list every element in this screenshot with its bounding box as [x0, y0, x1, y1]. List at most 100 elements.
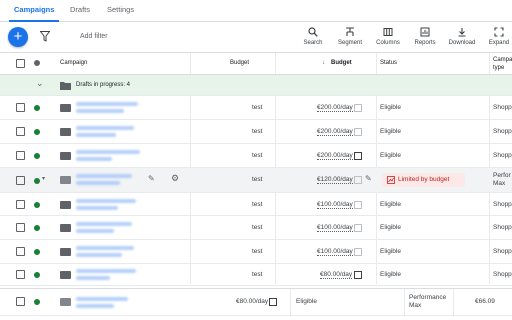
campaign-name-link-line2[interactable] — [76, 229, 114, 233]
campaign-name-link-line2[interactable] — [76, 253, 122, 257]
budget-value[interactable]: €200.00/day — [317, 152, 353, 160]
limited-by-budget-badge[interactable]: Limited by budget — [382, 173, 465, 187]
table-row: test €100.00/day Eligible Shoppi — [0, 240, 512, 264]
limited-status-text: Limited by budget — [398, 176, 450, 183]
campaign-name-link[interactable] — [76, 222, 132, 226]
campaign-name-link[interactable] — [76, 297, 128, 301]
campaign-type: Shoppi — [493, 248, 512, 255]
table-row: test €100.00/day Eligible Shoppi — [0, 216, 512, 240]
status-enabled-dot[interactable] — [34, 129, 40, 135]
campaign-name-link-line2[interactable] — [76, 109, 124, 113]
status-enabled-dot[interactable] — [34, 299, 40, 305]
chart-icon[interactable] — [354, 224, 362, 232]
status-enabled-dot[interactable] — [34, 153, 40, 159]
shopping-campaign-icon — [60, 152, 71, 160]
drafts-label: Drafts in progress: 4 — [76, 82, 131, 88]
row-checkbox[interactable] — [16, 127, 25, 136]
chart-icon[interactable] — [354, 128, 362, 136]
expand-tool-button[interactable]: Expand — [486, 27, 512, 46]
budget-value[interactable]: €120.00/day — [317, 176, 353, 184]
status-text: Eligible — [380, 201, 401, 208]
budget-name: test — [252, 224, 263, 231]
edit-pencil-icon[interactable]: ✎ — [148, 174, 155, 183]
columns-tool-button[interactable]: Columns — [373, 27, 403, 46]
chart-icon[interactable] — [269, 298, 277, 306]
budget-value[interactable]: €80.00/day — [236, 298, 268, 305]
segment-tool-button[interactable]: Segment — [336, 27, 364, 46]
chart-icon[interactable] — [354, 271, 362, 279]
campaign-name-link-line2[interactable] — [76, 304, 114, 308]
select-all-checkbox[interactable] — [16, 59, 25, 68]
header-campaign[interactable]: Campaign — [60, 60, 87, 66]
campaign-name-link-line2[interactable] — [76, 206, 118, 210]
campaign-type: Perfor Max — [493, 172, 511, 187]
search-tool-button[interactable]: Search — [301, 27, 325, 46]
tab-drafts[interactable]: Drafts — [70, 5, 90, 14]
status-enabled-dot[interactable] — [34, 249, 40, 255]
edit-budget-pencil-icon[interactable]: ✎ — [365, 174, 372, 183]
budget-value[interactable]: €200.00/day — [317, 104, 353, 112]
campaign-name-link-line2[interactable] — [76, 181, 120, 185]
budget-value[interactable]: €80.00/day — [320, 271, 353, 279]
chevron-down-icon[interactable]: ⌄ — [36, 78, 44, 89]
campaign-name-link-line2[interactable] — [76, 157, 112, 161]
row-checkbox[interactable] — [16, 103, 25, 112]
row-checkbox[interactable] — [16, 297, 25, 306]
chart-icon[interactable] — [354, 248, 362, 256]
expand-icon — [494, 27, 504, 37]
status-enabled-dot[interactable] — [34, 225, 40, 231]
campaign-name-link-line2[interactable] — [76, 133, 116, 137]
campaign-name-link[interactable] — [76, 246, 134, 250]
shopping-campaign-icon — [60, 224, 71, 232]
status-enabled-dot[interactable] — [34, 178, 40, 184]
campaign-name-link[interactable] — [76, 269, 136, 273]
campaign-type: Shoppi — [493, 271, 512, 278]
header-budget-sorted[interactable]: Budget — [331, 60, 352, 66]
filter-icon[interactable] — [40, 31, 50, 42]
status-text: Eligible — [380, 152, 401, 159]
header-status[interactable]: Status — [380, 60, 397, 66]
add-campaign-button[interactable]: + — [8, 27, 28, 47]
campaign-name-link[interactable] — [76, 126, 134, 130]
status-text: Eligible — [380, 104, 401, 111]
budget-value[interactable]: €100.00/day — [317, 248, 353, 256]
budget-value[interactable]: €100.00/day — [317, 201, 353, 209]
row-checkbox[interactable] — [16, 270, 25, 279]
budget-name: test — [252, 128, 263, 135]
campaign-name-link[interactable] — [76, 174, 132, 178]
drafts-row[interactable]: ⌄ Drafts in progress: 4 — [0, 75, 512, 96]
status-dropdown-caret-icon[interactable]: ▾ — [42, 175, 45, 182]
header-campaign-type[interactable]: Campai type — [493, 56, 512, 72]
chart-icon[interactable] — [354, 176, 362, 184]
row-checkbox[interactable] — [16, 223, 25, 232]
header-budget[interactable]: Budget — [230, 60, 249, 66]
segment-tool-label: Segment — [337, 40, 362, 46]
campaign-name-link[interactable] — [76, 102, 138, 106]
download-icon — [458, 28, 466, 37]
row-checkbox[interactable] — [16, 151, 25, 160]
row-checkbox[interactable] — [16, 247, 25, 256]
chart-icon[interactable] — [354, 201, 362, 209]
gear-icon[interactable]: ⚙ — [171, 173, 179, 184]
chart-icon[interactable] — [354, 152, 362, 160]
status-enabled-dot[interactable] — [34, 105, 40, 111]
row-checkbox[interactable] — [16, 200, 25, 209]
tab-campaigns[interactable]: Campaigns — [14, 5, 54, 14]
download-tool-button[interactable]: Download — [446, 27, 478, 46]
chart-icon[interactable] — [354, 104, 362, 112]
status-enabled-dot[interactable] — [34, 202, 40, 208]
table-row-bottom: €80.00/day Eligible Performance Max €66.… — [0, 288, 512, 317]
sort-down-icon[interactable]: ↓ — [322, 60, 325, 66]
campaign-name-link[interactable] — [76, 199, 136, 203]
campaign-name-link[interactable] — [76, 150, 140, 154]
status-dot-header — [34, 60, 40, 66]
budget-value[interactable]: €100.00/day — [317, 224, 353, 232]
campaign-name-link-line2[interactable] — [76, 276, 110, 280]
reports-tool-button[interactable]: Reports — [411, 27, 439, 46]
tab-settings[interactable]: Settings — [107, 5, 134, 14]
add-filter-button[interactable]: Add filter — [80, 33, 108, 40]
status-enabled-dot[interactable] — [34, 272, 40, 278]
budget-value[interactable]: €200.00/day — [317, 128, 353, 136]
row-checkbox[interactable] — [16, 176, 25, 185]
table-row: test €100.00/day Eligible Shoppi — [0, 193, 512, 216]
